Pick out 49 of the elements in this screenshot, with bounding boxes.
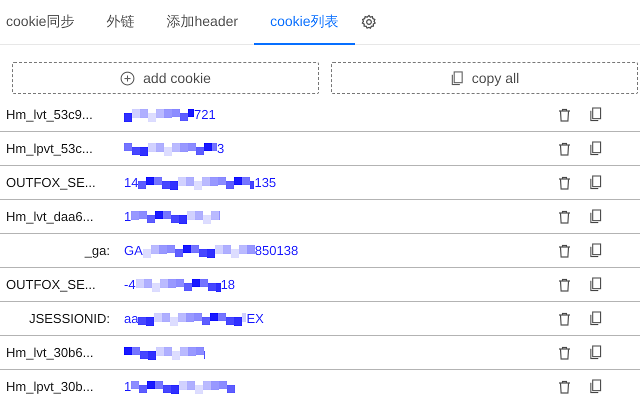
copy-icon[interactable] [589,345,602,360]
copy-icon[interactable] [589,107,602,122]
copy-icon [450,70,464,86]
copy-icon[interactable] [589,209,602,224]
trash-icon[interactable] [558,244,571,258]
tab[interactable]: 添加header [150,0,254,45]
cookie-value: 14 [124,175,138,190]
trash-icon[interactable] [558,210,571,224]
copy-icon[interactable] [589,141,602,156]
cookie-value: 1 [124,379,132,394]
copy-icon[interactable] [589,311,602,326]
cookie-name: JSESSIONID: [28,311,110,326]
trash-icon[interactable] [558,380,571,394]
copy-icon[interactable] [589,277,602,292]
cookie-value: -4 [124,277,136,292]
cookie-value: aa [124,311,138,326]
cookie-value: EX [246,311,264,326]
cookie-name: Hm_lvt_daa6... [5,209,94,224]
add-cookie-button[interactable]: add cookie [12,62,319,94]
cookie-value: GA [124,243,143,258]
copy-all-button[interactable]: copy all [331,62,638,94]
cookie-value: 1 [124,209,132,224]
tab[interactable]: cookie列表 [254,0,355,45]
trash-icon[interactable] [558,346,571,360]
cookie-name: Hm_lvt_30b6... [5,345,94,360]
cookie-value: 721 [194,107,216,122]
cookie-value: 3 [217,141,224,156]
copy-icon[interactable] [589,379,602,394]
cookie-name: OUTFOX_SE... [5,277,97,292]
cookie-name: Hm_lvt_53c9... [5,107,94,122]
trash-icon[interactable] [558,142,571,156]
cookie-value: 18 [220,277,236,292]
cookie-name: OUTFOX_SE... [5,175,97,190]
settings-icon[interactable] [360,14,377,30]
trash-icon[interactable] [558,176,571,190]
copy-icon[interactable] [589,243,602,258]
cookie-name: Hm_lpvt_30b... [5,379,94,394]
tab[interactable]: 外链 [90,0,150,45]
trash-icon[interactable] [558,278,571,292]
tab[interactable]: cookie同步 [6,0,90,45]
cookie-value: 850138 [254,243,298,258]
cookie-name: _ga: [84,243,110,258]
cookie-value: 135 [254,175,276,190]
redaction-mosaic [124,108,194,122]
trash-icon[interactable] [558,108,571,122]
copy-icon[interactable] [589,175,602,190]
cookie-name: Hm_lpvt_53c... [5,141,94,156]
trash-icon[interactable] [558,312,571,326]
plus-circle-icon [120,70,136,86]
